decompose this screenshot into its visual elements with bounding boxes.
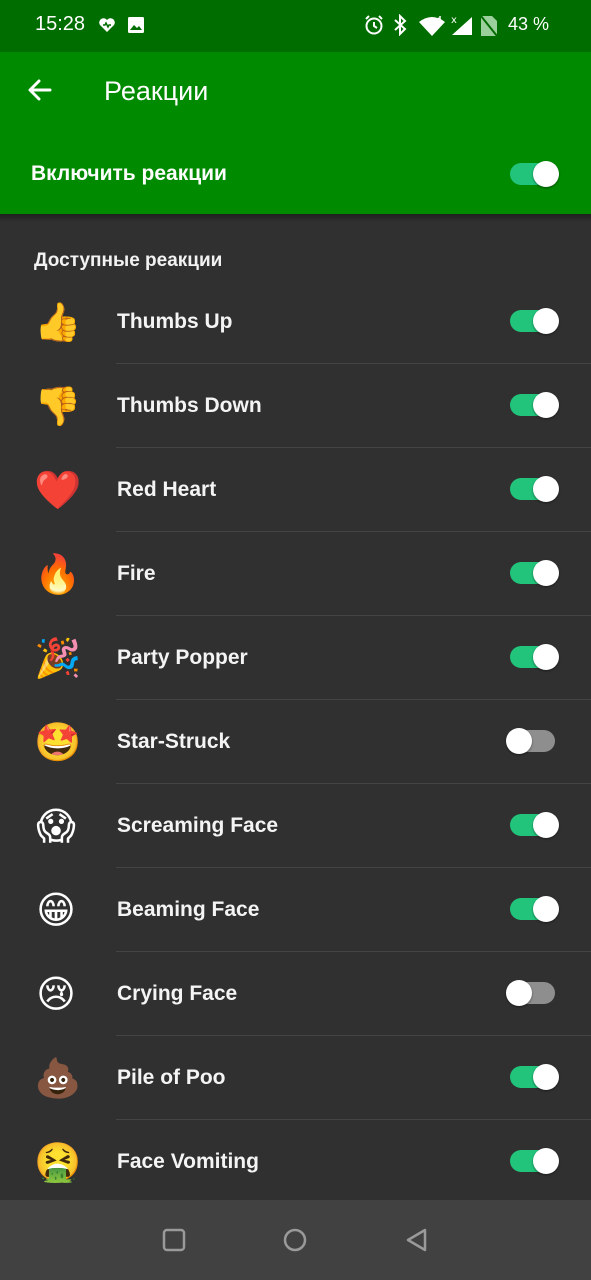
svg-text:x: x (451, 15, 457, 26)
heart-icon (98, 17, 116, 38)
signal-icon: x (450, 13, 474, 42)
status-time: 15:28 (35, 13, 86, 35)
reaction-label: Crying Face (117, 982, 238, 1005)
enable-reactions-label: Включить реакции (31, 162, 227, 185)
switch-thumb (506, 980, 532, 1006)
reaction-emoji-icon: ❤️ (34, 468, 82, 512)
reaction-toggle-switch[interactable] (510, 392, 559, 418)
reaction-emoji-icon: 🤮 (34, 1140, 82, 1184)
switch-thumb (533, 644, 559, 670)
reaction-toggle-switch[interactable] (506, 728, 555, 754)
reaction-row[interactable]: 😱 Screaming Face (0, 784, 591, 868)
switch-thumb (533, 896, 559, 922)
reaction-toggle-switch[interactable] (506, 980, 555, 1006)
reaction-row[interactable]: 😢 Crying Face (0, 952, 591, 1036)
reaction-row[interactable]: 😁 Beaming Face (0, 868, 591, 952)
reaction-emoji-icon: 👍 (34, 300, 82, 344)
reaction-label: Star-Struck (117, 730, 231, 753)
switch-thumb (533, 476, 559, 502)
reaction-emoji-icon: 👎 (34, 384, 82, 428)
image-icon (127, 16, 145, 39)
system-back-button[interactable] (403, 1226, 431, 1254)
reaction-row[interactable]: 🔥 Fire (0, 532, 591, 616)
battery-percent: 43 % (508, 14, 550, 34)
wifi-icon (418, 15, 446, 42)
navigation-bar (0, 1200, 591, 1280)
reaction-row[interactable]: 🤩 Star-Struck (0, 700, 591, 784)
back-triangle-icon (403, 1228, 431, 1258)
alarm-icon (363, 14, 385, 41)
reaction-toggle-switch[interactable] (510, 560, 559, 586)
switch-thumb (533, 392, 559, 418)
reaction-label: Face Vomiting (117, 1150, 259, 1173)
switch-thumb (533, 308, 559, 334)
reaction-label: Thumbs Down (117, 394, 262, 417)
reaction-row[interactable]: 💩 Pile of Poo (0, 1036, 591, 1120)
recents-button[interactable] (160, 1226, 188, 1254)
reaction-emoji-icon: 💩 (34, 1056, 82, 1100)
reaction-row[interactable]: 👍 Thumbs Up (0, 280, 591, 364)
reaction-label: Beaming Face (117, 898, 260, 921)
reaction-toggle-switch[interactable] (510, 1064, 559, 1090)
reaction-label: Thumbs Up (117, 310, 233, 333)
reaction-label: Screaming Face (117, 814, 279, 837)
reaction-emoji-icon: 🤩 (34, 720, 82, 764)
reaction-emoji-icon: 🎉 (34, 636, 82, 680)
switch-thumb (533, 1064, 559, 1090)
reaction-toggle-switch[interactable] (510, 308, 559, 334)
reaction-row[interactable]: ❤️ Red Heart (0, 448, 591, 532)
page-title: Реакции (104, 76, 209, 106)
reaction-label: Red Heart (117, 478, 217, 501)
reaction-emoji-icon: 😢 (36, 972, 76, 1016)
status-bar: 15:28 x 43 % (0, 0, 591, 52)
reaction-label: Party Popper (117, 646, 248, 669)
reaction-toggle-switch[interactable] (510, 812, 559, 838)
reaction-label: Pile of Poo (117, 1066, 226, 1089)
reaction-emoji-icon: 😱 (36, 804, 76, 848)
switch-thumb (506, 728, 532, 754)
no-sim-icon (480, 15, 498, 42)
reaction-row[interactable]: 🎉 Party Popper (0, 616, 591, 700)
switch-thumb (533, 560, 559, 586)
reaction-toggle-switch[interactable] (510, 644, 559, 670)
switch-thumb (533, 812, 559, 838)
enable-reactions-row[interactable]: Включить реакции (0, 134, 591, 214)
back-button[interactable] (18, 70, 62, 114)
arrow-left-icon (26, 76, 54, 109)
section-title-available-reactions: Доступные реакции (34, 250, 223, 271)
reaction-label: Fire (117, 562, 156, 585)
reaction-emoji-icon: 🔥 (34, 552, 82, 596)
recents-square-icon (160, 1228, 188, 1258)
reaction-emoji-icon: 😁 (36, 888, 76, 932)
reaction-toggle-switch[interactable] (510, 1148, 559, 1174)
switch-thumb (533, 1148, 559, 1174)
home-button[interactable] (281, 1226, 309, 1254)
reaction-row[interactable]: 👎 Thumbs Down (0, 364, 591, 448)
reaction-row[interactable]: 🤮 Face Vomiting (0, 1120, 591, 1204)
switch-thumb (533, 161, 559, 187)
reaction-toggle-switch[interactable] (510, 896, 559, 922)
bluetooth-icon (392, 13, 408, 41)
reaction-toggle-switch[interactable] (510, 476, 559, 502)
enable-reactions-switch[interactable] (510, 161, 559, 187)
app-bar: Реакции (0, 52, 591, 134)
divider-shadow (0, 214, 591, 222)
home-circle-icon (281, 1228, 309, 1258)
